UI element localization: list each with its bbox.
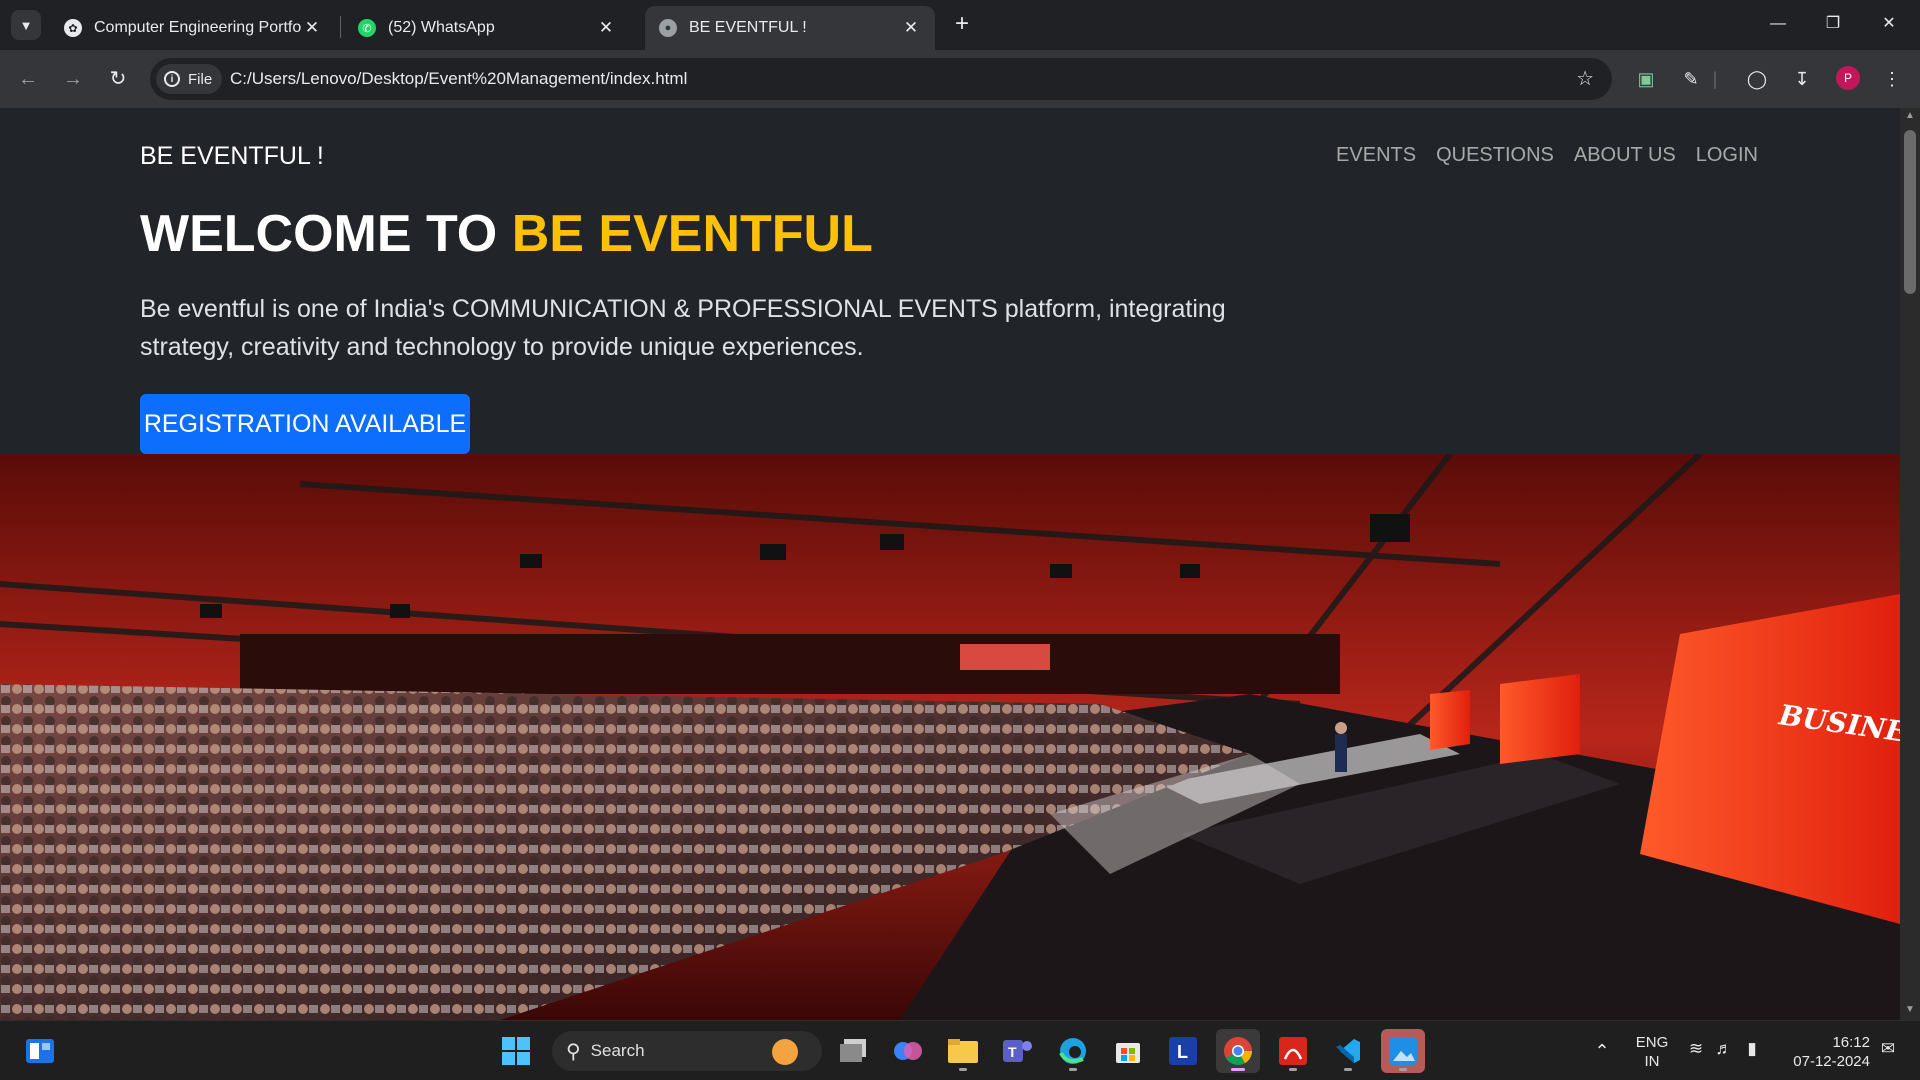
tab-divider (340, 16, 341, 38)
acrobat-icon[interactable] (1271, 1029, 1315, 1073)
bookmark-star-icon[interactable]: ☆ (1576, 66, 1594, 91)
clock-date: 07-12-2024 (1793, 1053, 1870, 1070)
close-icon[interactable]: ✕ (901, 18, 921, 38)
task-view-icon[interactable] (832, 1029, 876, 1073)
new-tab-button[interactable]: + (950, 12, 974, 36)
copilot-icon[interactable] (886, 1029, 930, 1073)
ms-store-icon[interactable] (1106, 1029, 1150, 1073)
window-close-icon[interactable]: ✕ (1866, 8, 1912, 40)
nav-about-us[interactable]: ABOUT US (1574, 144, 1676, 167)
tab-title: BE EVENTFUL ! (689, 19, 807, 36)
volume-icon[interactable]: ♬ (1714, 1039, 1734, 1058)
back-icon[interactable]: ← (13, 64, 43, 94)
tab-search-button[interactable]: ▼ (11, 10, 41, 40)
forward-icon[interactable]: → (58, 64, 88, 94)
site-chip-label: File (188, 70, 213, 88)
info-icon: i (164, 71, 180, 87)
start-icon[interactable] (494, 1029, 538, 1073)
svg-text:L: L (1177, 1042, 1188, 1062)
url-text[interactable]: C:/Users/Lenovo/Desktop/Event%20Manageme… (230, 69, 687, 89)
chrome-icon[interactable] (1216, 1029, 1260, 1073)
performance-icon[interactable]: ◯ (1742, 64, 1772, 94)
whatsapp-icon: ✆ (358, 19, 376, 37)
file-explorer-icon[interactable] (941, 1029, 985, 1073)
menu-icon[interactable]: ⋮ (1877, 64, 1907, 94)
edge-icon[interactable] (1051, 1029, 1095, 1073)
wifi-icon[interactable]: ≋ (1686, 1039, 1706, 1058)
search-icon: ⚲ (566, 1040, 581, 1063)
tab-be-eventful[interactable]: ● BE EVENTFUL ! ✕ (645, 6, 935, 50)
browser-toolbar: ← → ↻ i File C:/Users/Lenovo/Desktop/Eve… (0, 50, 1920, 108)
clock[interactable]: 16:12 07-12-2024 (1782, 1033, 1870, 1071)
minimize-icon[interactable]: — (1755, 8, 1801, 40)
search-label: Search (590, 1041, 645, 1060)
profile-initial: P (1843, 71, 1852, 85)
notification-bell-icon[interactable]: ✉ (1876, 1039, 1900, 1058)
camera-extension-icon[interactable]: ▣ (1631, 64, 1661, 94)
download-icon[interactable]: ↧ (1787, 64, 1817, 94)
profile-avatar[interactable]: P (1836, 66, 1860, 90)
reload-icon[interactable]: ↻ (103, 64, 133, 94)
battery-icon[interactable]: ▮ (1742, 1039, 1762, 1058)
language-code: ENG (1635, 1034, 1669, 1051)
main-nav: EVENTS QUESTIONS ABOUT US LOGIN (1336, 144, 1758, 167)
vscode-icon[interactable] (1326, 1029, 1370, 1073)
widgets-icon[interactable] (18, 1029, 62, 1073)
teams-icon[interactable]: T (996, 1029, 1040, 1073)
tray-overflow-chevron-icon[interactable]: ⌃ (1580, 1029, 1624, 1073)
tab-portfolio[interactable]: ✿ Computer Engineering Portfolio ✕ (50, 6, 336, 50)
scroll-down-icon[interactable]: ▼ (1900, 1004, 1920, 1020)
hero-title-highlight: BE EVENTFUL (511, 205, 873, 263)
tab-bar: ▼ ✿ Computer Engineering Portfolio ✕ ✆ (… (0, 0, 1920, 50)
registration-button[interactable]: REGISTRATION AVAILABLE (140, 394, 470, 454)
extensions-icon[interactable]: ✎ (1676, 64, 1706, 94)
hero-title-prefix: WELCOME TO (140, 205, 498, 263)
conference-hero-image: BUSINES COMP (0, 454, 1900, 1020)
photos-icon[interactable] (1381, 1029, 1425, 1073)
scroll-up-icon[interactable]: ▲ (1900, 110, 1920, 126)
chatgpt-icon: ✿ (64, 19, 82, 37)
lenovo-app-icon[interactable]: L (1161, 1029, 1205, 1073)
tab-title: Computer Engineering Portfolio (94, 19, 302, 36)
nav-questions[interactable]: QUESTIONS (1436, 144, 1554, 167)
chevron-down-icon: ▼ (19, 17, 33, 33)
hero-lead: Be eventful is one of India's COMMUNICAT… (140, 295, 1226, 361)
nav-events[interactable]: EVENTS (1336, 144, 1416, 167)
navbar-brand[interactable]: BE EVENTFUL ! (140, 142, 324, 171)
language-region: IN (1644, 1053, 1660, 1070)
tab-whatsapp[interactable]: ✆ (52) WhatsApp ✕ (344, 6, 630, 50)
address-bar[interactable]: i File C:/Users/Lenovo/Desktop/Event%20M… (150, 58, 1612, 100)
clock-time: 16:12 (1832, 1034, 1870, 1051)
restore-icon[interactable]: ❐ (1810, 8, 1856, 40)
toolbar-divider: | (1712, 69, 1718, 89)
close-icon[interactable]: ✕ (596, 18, 616, 38)
site-info-chip[interactable]: i File (156, 64, 223, 94)
language-indicator[interactable]: ENG IN (1630, 1033, 1674, 1071)
globe-icon: ● (659, 19, 677, 37)
close-icon[interactable]: ✕ (302, 18, 322, 38)
windows-taskbar: ⚲ Search T L ⌃ ENG IN ≋ ♬ ▮ 16:12 07-12-… (0, 1020, 1920, 1080)
nav-login[interactable]: LOGIN (1696, 144, 1758, 167)
taskbar-search[interactable]: ⚲ Search (552, 1031, 822, 1071)
conference-hall-illustration: BUSINES COMP (0, 454, 1900, 1020)
hero-title: WELCOME TO BE EVENTFUL (140, 204, 873, 264)
search-highlight-icon (772, 1039, 798, 1065)
tab-title: (52) WhatsApp (388, 19, 495, 36)
svg-text:T: T (1008, 1044, 1017, 1060)
web-page: BE EVENTFUL ! EVENTS QUESTIONS ABOUT US … (0, 108, 1900, 1020)
page-scrollbar[interactable]: ▲ ▼ (1900, 108, 1920, 1020)
scrollbar-thumb[interactable] (1904, 130, 1916, 294)
